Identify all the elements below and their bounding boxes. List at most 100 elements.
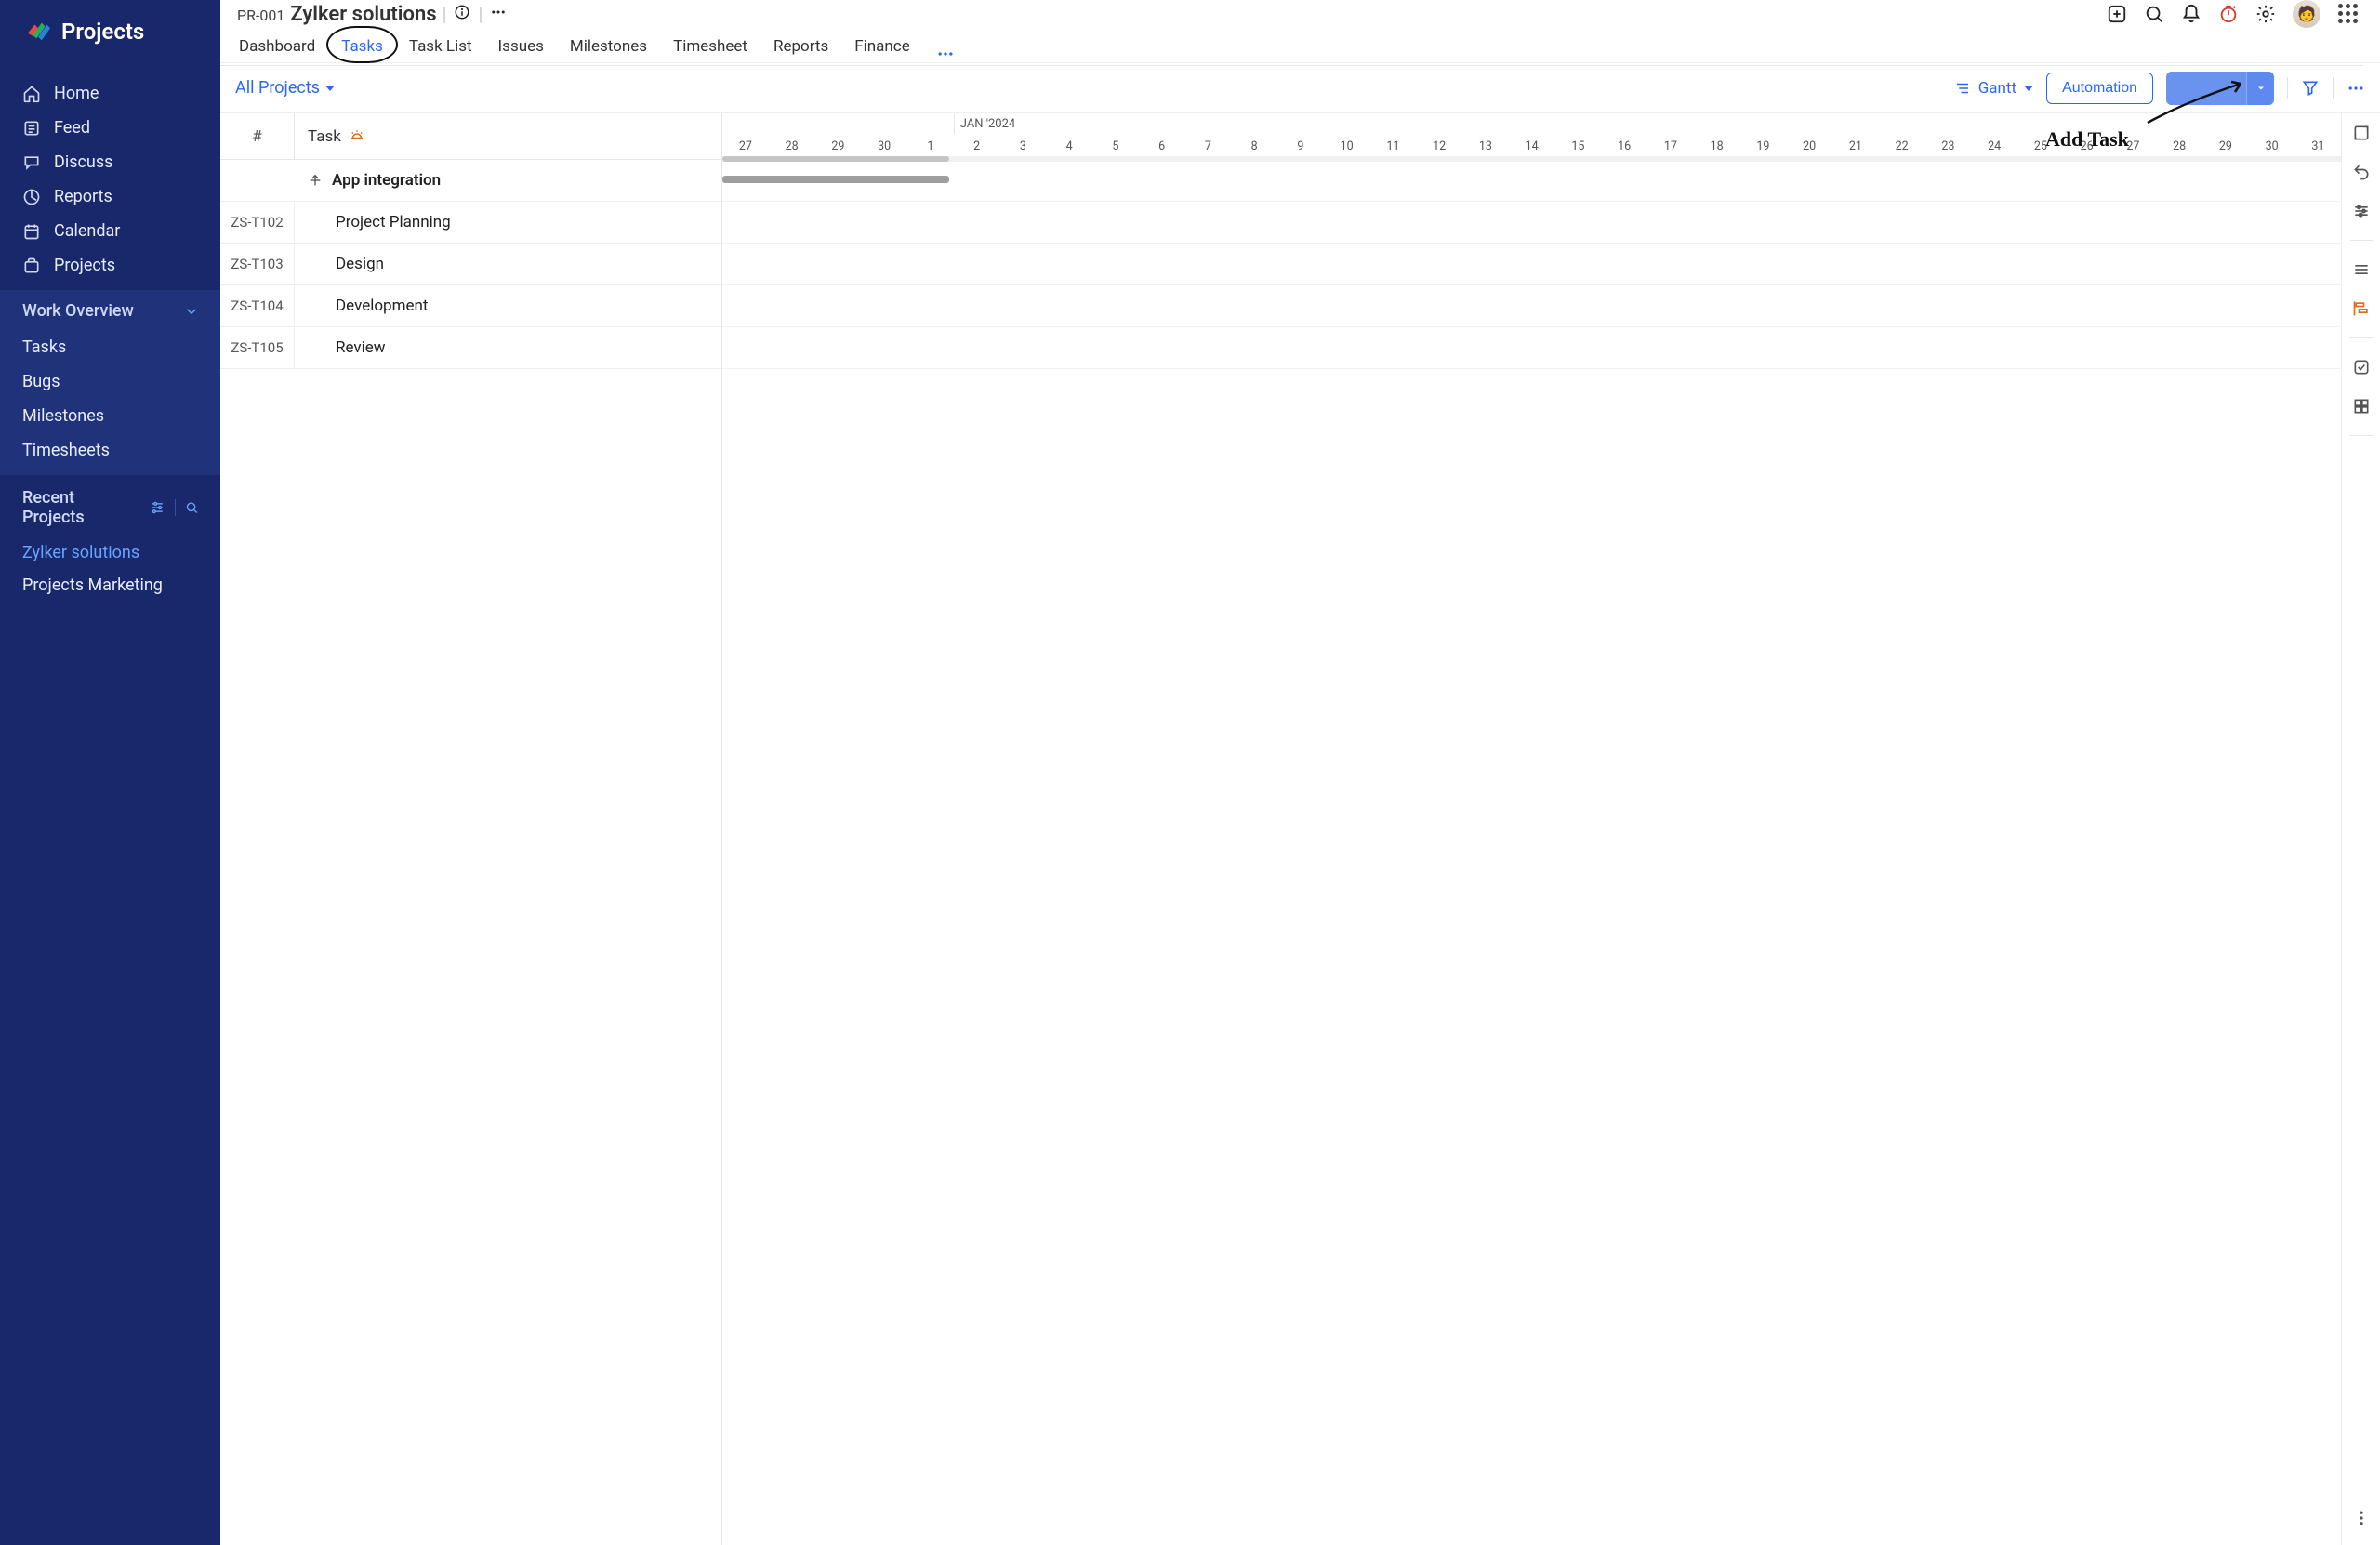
sidebar-item-discuss[interactable]: Discuss (0, 145, 220, 179)
task-group-row[interactable]: App integration (220, 160, 721, 202)
gear-icon[interactable] (2255, 4, 2276, 24)
day-label: 4 (1046, 139, 1092, 153)
settings-sliders-icon[interactable] (2351, 201, 2372, 221)
task-name: Design (295, 255, 721, 273)
tab-dashboard[interactable]: Dashboard (237, 30, 317, 65)
day-label: 25 (2017, 139, 2064, 153)
view-type-label: Gantt (1978, 79, 2016, 98)
task-row[interactable]: ZS-T102Project Planning (220, 202, 721, 244)
task-row[interactable]: ZS-T105Review (220, 327, 721, 369)
app-logo-block[interactable]: Projects (0, 0, 220, 63)
caret-down-icon (2255, 83, 2267, 94)
add-icon[interactable] (2107, 4, 2127, 24)
chevron-down-icon (183, 303, 200, 320)
work-overview-header[interactable]: Work Overview (0, 290, 220, 330)
recent-project-item[interactable]: Projects Marketing (0, 569, 220, 601)
timeline-row (722, 327, 2341, 369)
toolbar-more-icon[interactable] (2347, 79, 2365, 98)
search-projects-icon[interactable] (184, 499, 200, 516)
search-icon[interactable] (2144, 4, 2164, 24)
add-task-main[interactable] (2166, 72, 2246, 105)
work-overview-item-bugs[interactable]: Bugs (0, 364, 220, 399)
day-label: 6 (1139, 139, 1185, 153)
sidebar-item-calendar[interactable]: Calendar (0, 214, 220, 248)
task-id: ZS-T104 (220, 285, 295, 326)
app-grid-icon[interactable] (2337, 4, 2358, 24)
avatar[interactable]: 🧑 (2293, 0, 2320, 28)
project-name: Zylker solutions (290, 3, 436, 26)
task-row[interactable]: ZS-T103Design (220, 244, 721, 285)
info-icon[interactable] (452, 2, 472, 22)
month-label: JAN '2024 (954, 113, 2341, 134)
tab-timesheet[interactable]: Timesheet (671, 30, 749, 65)
view-toolbar: All Projects Gantt Automation (220, 63, 2380, 113)
content-area: All Projects Gantt Automation (220, 63, 2380, 1545)
timeline-header: JAN '2024 272829301234567891011121314151… (722, 113, 2341, 160)
checkbox-icon[interactable] (2351, 357, 2372, 377)
sidebar-item-reports[interactable]: Reports (0, 179, 220, 214)
day-label: 24 (1971, 139, 2017, 153)
project-filter-dropdown[interactable]: All Projects (235, 78, 335, 98)
breadcrumb: PR-001 Zylker solutions | | (220, 2, 509, 26)
day-label: 26 (2064, 139, 2110, 153)
work-overview-item-timesheets[interactable]: Timesheets (0, 433, 220, 468)
day-label: 13 (1462, 139, 1509, 153)
filter-icon[interactable] (2301, 79, 2320, 98)
annotation-circle (326, 26, 398, 63)
automation-button[interactable]: Automation (2046, 73, 2153, 104)
group-toggle-icon[interactable] (308, 173, 323, 188)
tab-finance[interactable]: Finance (853, 30, 911, 65)
rows-icon[interactable] (2351, 259, 2372, 280)
timeline-row (722, 202, 2341, 244)
project-filter-label: All Projects (235, 78, 320, 98)
add-task-button[interactable] (2166, 72, 2274, 105)
tab-task-list[interactable]: Task List (407, 30, 474, 65)
day-label: 20 (1786, 139, 1832, 153)
sidebar-item-feed[interactable]: Feed (0, 111, 220, 145)
day-label: 11 (1370, 139, 1417, 153)
view-type-dropdown[interactable]: Gantt (1954, 79, 2033, 98)
gantt-header-row: # Task (220, 113, 721, 160)
tab-tasks[interactable]: Tasks (339, 30, 385, 65)
sidebar-main-nav: Home Feed DiscussReportsCalendarProjects (0, 63, 220, 290)
sliders-icon[interactable] (150, 499, 165, 516)
day-label: 1 (907, 139, 954, 153)
recent-project-item[interactable]: Zylker solutions (0, 536, 220, 569)
day-label: 18 (1694, 139, 1740, 153)
day-label: 27 (2110, 139, 2157, 153)
gantt-chart: # Task App integration (220, 113, 2380, 1545)
gantt-timeline[interactable]: JAN '2024 272829301234567891011121314151… (722, 113, 2341, 1545)
tab-reports[interactable]: Reports (772, 30, 830, 65)
add-task-dropdown[interactable] (2246, 72, 2274, 105)
grid-view-icon[interactable] (2351, 396, 2372, 416)
home-icon (22, 85, 41, 103)
tabs-more-icon[interactable] (934, 43, 957, 65)
sidebar-item-home[interactable]: Home (0, 76, 220, 111)
tab-milestones[interactable]: Milestones (568, 30, 649, 65)
task-group-name: App integration (332, 171, 441, 190)
tab-issues[interactable]: Issues (496, 30, 546, 65)
bell-icon[interactable] (2181, 4, 2202, 24)
work-overview-item-tasks[interactable]: Tasks (0, 330, 220, 364)
expand-icon[interactable] (2351, 123, 2372, 143)
timeline-row (722, 244, 2341, 285)
work-overview-item-milestones[interactable]: Milestones (0, 399, 220, 433)
caret-down-icon (2024, 86, 2033, 91)
sidebar-item-label: Feed (54, 118, 90, 138)
baseline-icon[interactable] (2351, 298, 2372, 319)
day-label: 29 (815, 139, 862, 153)
day-label: 22 (1879, 139, 1925, 153)
day-label: 5 (1092, 139, 1139, 153)
timer-icon[interactable] (2218, 4, 2239, 24)
header-more-icon[interactable] (488, 2, 509, 22)
discuss-icon (22, 153, 41, 172)
work-overview-title: Work Overview (22, 301, 134, 321)
task-row[interactable]: ZS-T104Development (220, 285, 721, 327)
sidebar-item-projects[interactable]: Projects (0, 248, 220, 283)
day-label: 9 (1277, 139, 1324, 153)
task-name: Development (295, 297, 721, 315)
undo-icon[interactable] (2351, 162, 2372, 182)
task-id: ZS-T102 (220, 202, 295, 243)
rail-more-icon[interactable] (2351, 1508, 2372, 1528)
projects-icon (22, 257, 41, 275)
